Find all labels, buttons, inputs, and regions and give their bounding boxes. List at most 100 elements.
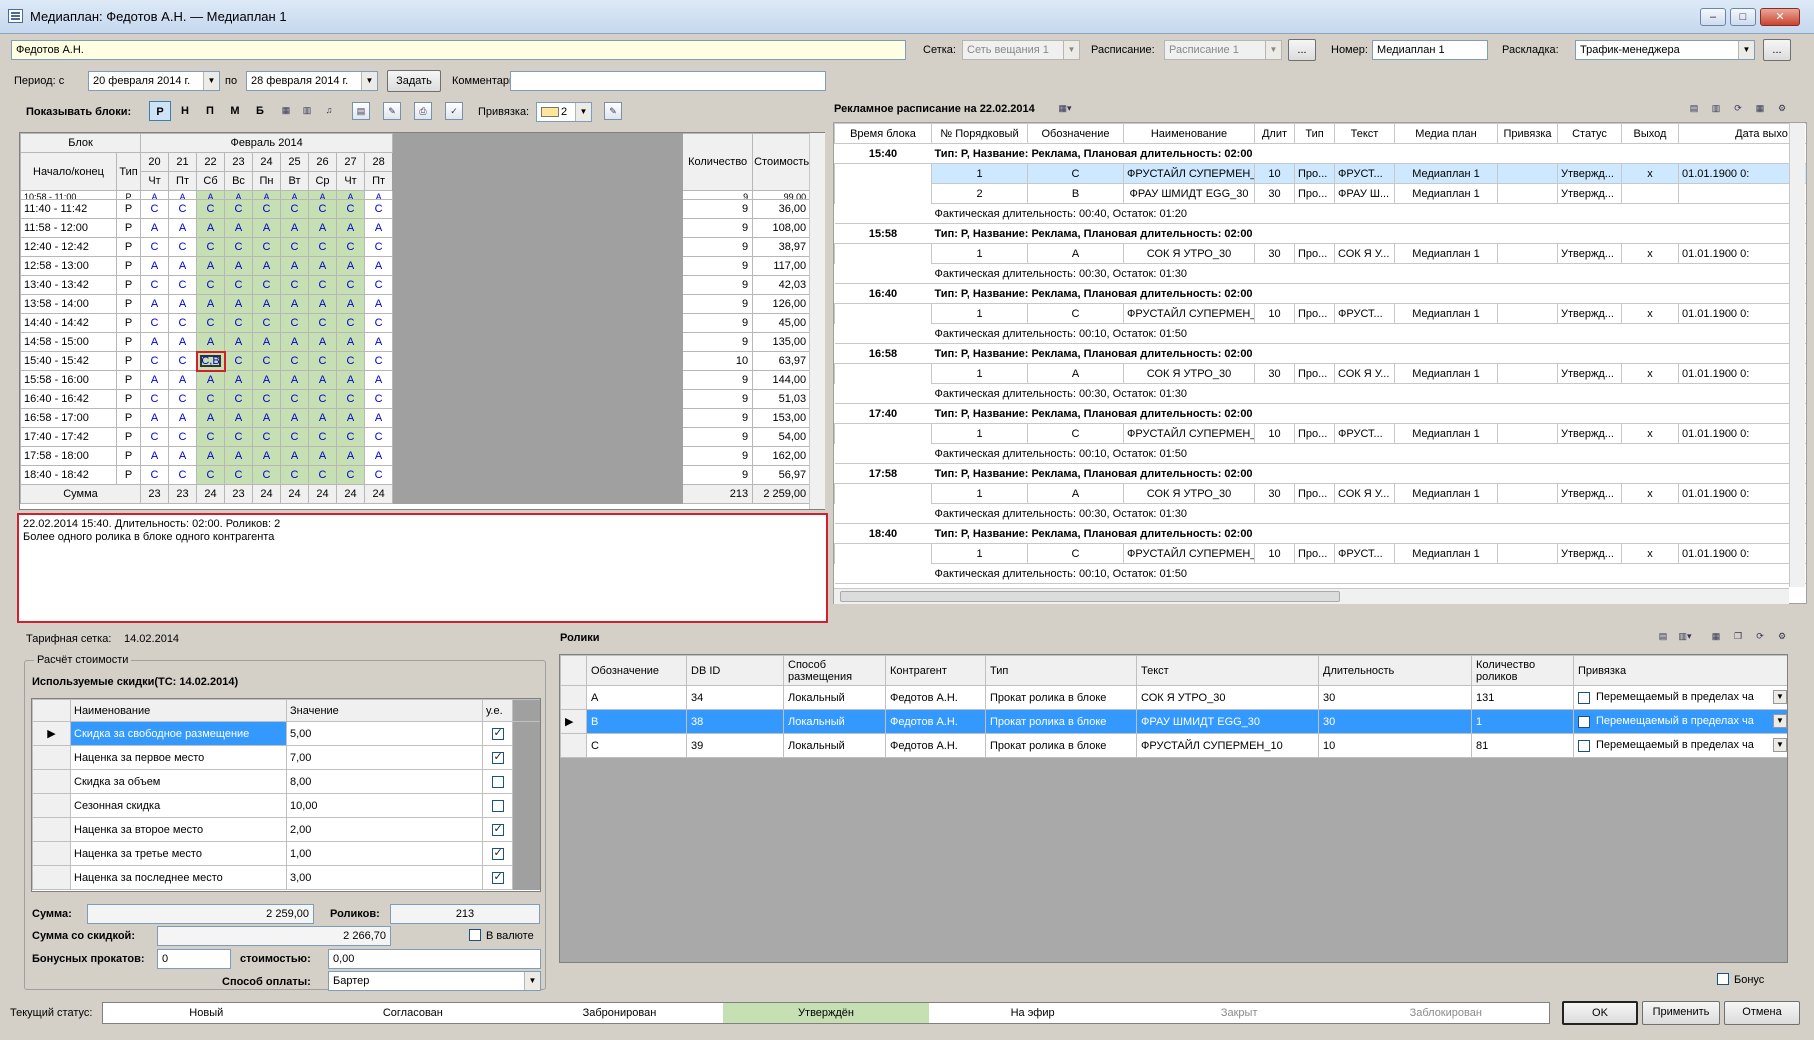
discount-row[interactable]: Наценка за первое место 7,00: [32, 745, 540, 770]
day-cell[interactable]: С: [224, 237, 254, 257]
schedule-group-header[interactable]: 17:58 Тип: Р, Название: Реклама, Плановая…: [834, 463, 1806, 484]
day-cell[interactable]: С: [252, 313, 282, 333]
row-selector[interactable]: [32, 769, 71, 794]
day-cell[interactable]: А: [252, 190, 282, 200]
day-cell[interactable]: С: [168, 237, 198, 257]
schedule-group-header[interactable]: 18:40 Тип: Р, Название: Реклама, Плановая…: [834, 523, 1806, 544]
day-cell[interactable]: А: [168, 218, 198, 238]
schedule-group-header[interactable]: 17:40 Тип: Р, Название: Реклама, Плановая…: [834, 403, 1806, 424]
schedule-col-header[interactable]: Дата выхо: [1678, 123, 1806, 144]
day-cell[interactable]: С: [336, 351, 366, 371]
schedule-row[interactable]: 1 С ФРУСТАЙЛ СУПЕРМЕН_ 10 Про... ФРУСТ... Меди…: [834, 543, 1806, 564]
discount-value[interactable]: 2,00: [286, 817, 483, 842]
day-cell[interactable]: С: [252, 199, 282, 219]
day-cell[interactable]: А: [168, 446, 198, 466]
day-cell[interactable]: А: [224, 190, 254, 200]
grid-row[interactable]: 17:40 - 17:42 Р С С С С С С С С С 9 54,00: [20, 427, 812, 447]
day-cell[interactable]: С: [196, 313, 226, 333]
day-cell[interactable]: А: [364, 218, 394, 238]
filter-icon[interactable]: ▦: [1707, 628, 1725, 646]
grid-row[interactable]: 12:58 - 13:00 Р А А А А А А А А А 9 117,00: [20, 256, 812, 276]
schedule-col-header[interactable]: № Порядковый: [931, 123, 1028, 144]
day-cell[interactable]: А: [224, 332, 254, 352]
grid-row[interactable]: 16:58 - 17:00 Р А А А А А А А А А 9 153,00: [20, 408, 812, 428]
schedule-v-scrollbar[interactable]: [1789, 123, 1805, 587]
scroll-thumb[interactable]: [840, 591, 1340, 602]
day-cell[interactable]: А: [224, 218, 254, 238]
day-cell[interactable]: А: [252, 332, 282, 352]
day-cell[interactable]: А: [280, 190, 310, 200]
date-to-picker[interactable]: 28 февраля 2014 г. ▼: [246, 71, 378, 91]
day-cell[interactable]: С: [140, 199, 170, 219]
day-cell[interactable]: С: [224, 313, 254, 333]
nomer-field[interactable]: Медиаплан 1: [1372, 40, 1488, 60]
day-cell[interactable]: А: [140, 370, 170, 390]
day-cell[interactable]: С: [196, 237, 226, 257]
schedule-group-header[interactable]: 15:58 Тип: Р, Название: Реклама, Плановая…: [834, 223, 1806, 244]
day-cell[interactable]: С: [140, 389, 170, 409]
block-toggle-n[interactable]: Н: [174, 101, 196, 121]
day-cell[interactable]: С: [224, 465, 254, 485]
schedule-col-header[interactable]: Выход: [1621, 123, 1679, 144]
schedule-col-header[interactable]: Обозначение: [1027, 123, 1124, 144]
day-cell[interactable]: С: [140, 351, 170, 371]
day-cell[interactable]: А: [140, 294, 170, 314]
day-cell[interactable]: А: [252, 256, 282, 276]
day-cell[interactable]: А: [168, 370, 198, 390]
day-cell[interactable]: С: [224, 275, 254, 295]
grid-row[interactable]: 13:40 - 13:42 Р С С С С С С С С С 9 42,03: [20, 275, 812, 295]
grid-row[interactable]: 12:40 - 12:42 Р С С С С С С С С С 9 38,97: [20, 237, 812, 257]
maximize-button[interactable]: □: [1730, 8, 1756, 26]
row-selector[interactable]: [32, 841, 71, 866]
row-selector[interactable]: [32, 865, 71, 890]
roliki-col-header[interactable]: Длительность: [1318, 655, 1472, 686]
day-cell[interactable]: С: [280, 237, 310, 257]
day-cell[interactable]: А: [336, 190, 366, 200]
schedule-group-header[interactable]: 15:40 Тип: Р, Название: Реклама, Плановая…: [834, 143, 1806, 164]
day-cell[interactable]: С: [336, 389, 366, 409]
day-cell[interactable]: С: [308, 465, 338, 485]
day-cell[interactable]: С: [252, 237, 282, 257]
day-cell[interactable]: С: [168, 427, 198, 447]
block-toggle-r[interactable]: Р: [149, 101, 171, 121]
columns-icon[interactable]: ▥: [298, 102, 316, 120]
day-cell[interactable]: С: [364, 199, 394, 219]
day-cell[interactable]: С: [140, 465, 170, 485]
day-cell[interactable]: А: [252, 294, 282, 314]
day-cell[interactable]: А: [224, 446, 254, 466]
day-cell[interactable]: С: [308, 237, 338, 257]
day-cell[interactable]: А: [364, 332, 394, 352]
settings-icon[interactable]: ⚙: [1773, 100, 1791, 118]
day-cell[interactable]: С: [196, 427, 226, 447]
day-cell[interactable]: С: [252, 275, 282, 295]
day-cell[interactable]: С: [336, 313, 366, 333]
row-selector[interactable]: [32, 745, 71, 770]
schedule-col-header[interactable]: Время блока: [834, 123, 932, 144]
roliki-row[interactable]: С 39 Локальный Федотов А.Н. Прокат ролика в …: [560, 733, 1787, 758]
day-cell[interactable]: С: [140, 427, 170, 447]
grid-row[interactable]: 16:40 - 16:42 Р С С С С С С С С С 9 51,03: [20, 389, 812, 409]
export-icon[interactable]: ▤: [1654, 628, 1672, 646]
day-cell[interactable]: А: [364, 190, 394, 200]
day-cell[interactable]: С: [196, 465, 226, 485]
day-cell[interactable]: С: [280, 427, 310, 447]
row-selector[interactable]: ▶: [560, 709, 587, 734]
bonus-field[interactable]: 0: [157, 949, 231, 969]
grid-row[interactable]: 15:58 - 16:00 Р А А А А А А А А А 9 144,00: [20, 370, 812, 390]
day-cell[interactable]: С: [252, 389, 282, 409]
day-cell[interactable]: А: [224, 370, 254, 390]
day-cell[interactable]: С: [168, 275, 198, 295]
filter-icon[interactable]: ▦: [1751, 100, 1769, 118]
mic-icon[interactable]: ♫: [320, 102, 338, 120]
ue-checkbox[interactable]: [491, 726, 504, 740]
day-cell[interactable]: С: [280, 275, 310, 295]
roliki-col-header[interactable]: Тип: [985, 655, 1137, 686]
ue-checkbox[interactable]: [491, 846, 504, 860]
day-cell[interactable]: С: [252, 465, 282, 485]
table-check-icon[interactable]: ✓: [445, 102, 463, 120]
day-cell[interactable]: С: [168, 199, 198, 219]
day-cell[interactable]: А: [196, 446, 226, 466]
discount-row[interactable]: Скидка за объем 8,00: [32, 769, 540, 794]
row-selector[interactable]: [560, 685, 587, 710]
schedule-row[interactable]: 1 А СОК Я УТРО_30 30 Про... СОК Я У... Медиапл…: [834, 363, 1806, 384]
